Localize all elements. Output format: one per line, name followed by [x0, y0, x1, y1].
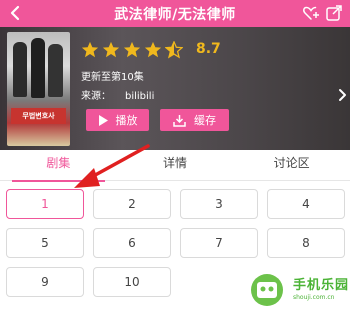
tab-bar: 剧集 详情 讨论区 [0, 150, 350, 182]
cache-button-label: 缓存 [194, 114, 216, 127]
favorite-button[interactable] [302, 4, 320, 22]
page-title: 武法律师/无法律师 [114, 6, 236, 23]
source-label: 来源： [81, 91, 111, 102]
episode-button[interactable]: 7 [180, 228, 258, 258]
poster-title: 무법변호사 [11, 108, 66, 124]
episode-button[interactable]: 6 [93, 228, 171, 258]
update-status: 更新至第10集 [81, 72, 144, 83]
source-value: bilibili [125, 91, 155, 102]
chevron-right-icon [339, 89, 346, 101]
details-chevron[interactable] [338, 88, 348, 106]
poster-image[interactable]: 무법변호사 [7, 32, 70, 146]
episode-button[interactable]: 8 [267, 228, 345, 258]
chevron-left-icon [10, 5, 20, 21]
share-button[interactable] [325, 4, 343, 22]
watermark-url: shouji.com.cn [293, 294, 335, 301]
star-full-icon [81, 41, 99, 58]
star-full-icon [144, 41, 162, 58]
star-full-icon [123, 41, 141, 58]
episode-button[interactable]: 10 [93, 267, 171, 297]
cache-button[interactable]: 缓存 [160, 109, 229, 131]
tab-details[interactable]: 详情 [117, 150, 234, 180]
star-rating [81, 41, 183, 59]
play-button[interactable]: 播放 [86, 109, 149, 131]
back-button[interactable] [6, 3, 26, 23]
episode-button[interactable]: 2 [93, 189, 171, 219]
episode-button[interactable]: 1 [6, 189, 84, 219]
watermark-text: 手机乐园 [293, 278, 350, 293]
share-icon [326, 5, 342, 21]
heart-add-icon [303, 6, 319, 20]
episode-button[interactable]: 4 [267, 189, 345, 219]
episode-button[interactable]: 9 [6, 267, 84, 297]
source-info: 来源： bilibili [81, 87, 154, 102]
play-icon [98, 114, 108, 126]
rating-score: 8.7 [196, 41, 221, 57]
episode-button[interactable]: 3 [180, 189, 258, 219]
play-button-label: 播放 [115, 114, 138, 127]
star-full-icon [102, 41, 120, 58]
download-icon [173, 114, 186, 127]
tab-discussion[interactable]: 讨论区 [233, 150, 350, 180]
tab-episodes[interactable]: 剧集 [0, 150, 117, 182]
top-bar: 武法律师/无法律师 [0, 0, 350, 27]
star-half-icon [165, 41, 183, 59]
episode-button[interactable]: 5 [6, 228, 84, 258]
